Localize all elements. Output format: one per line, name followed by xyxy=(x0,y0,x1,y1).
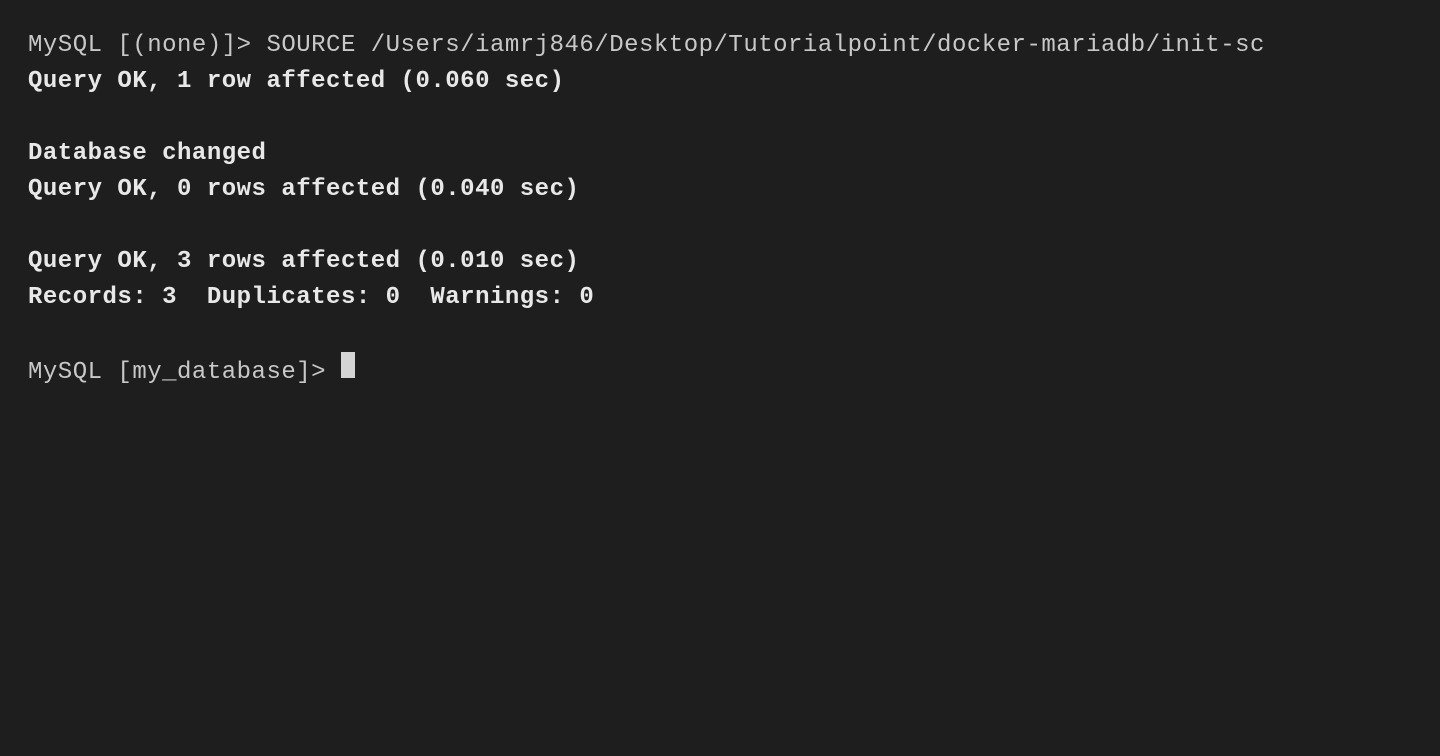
command-line: MySQL [(none)]> SOURCE /Users/iamrj846/D… xyxy=(28,28,1412,64)
blank-line xyxy=(28,100,1412,136)
database-changed: Database changed xyxy=(28,136,1412,172)
cursor-block xyxy=(341,352,355,378)
mysql-prompt: MySQL [(none)]> xyxy=(28,32,266,59)
active-prompt-line[interactable]: MySQL [my_database]> xyxy=(28,352,1412,391)
query-result-2: Query OK, 0 rows affected (0.040 sec) xyxy=(28,172,1412,208)
records-summary: Records: 3 Duplicates: 0 Warnings: 0 xyxy=(28,280,1412,316)
query-result-1: Query OK, 1 row affected (0.060 sec) xyxy=(28,64,1412,100)
query-result-3: Query OK, 3 rows affected (0.010 sec) xyxy=(28,244,1412,280)
terminal-output[interactable]: MySQL [(none)]> SOURCE /Users/iamrj846/D… xyxy=(28,28,1412,391)
source-command: SOURCE /Users/iamrj846/Desktop/Tutorialp… xyxy=(266,32,1264,59)
blank-line xyxy=(28,316,1412,352)
mysql-prompt-active: MySQL [my_database]> xyxy=(28,355,341,391)
blank-line xyxy=(28,208,1412,244)
